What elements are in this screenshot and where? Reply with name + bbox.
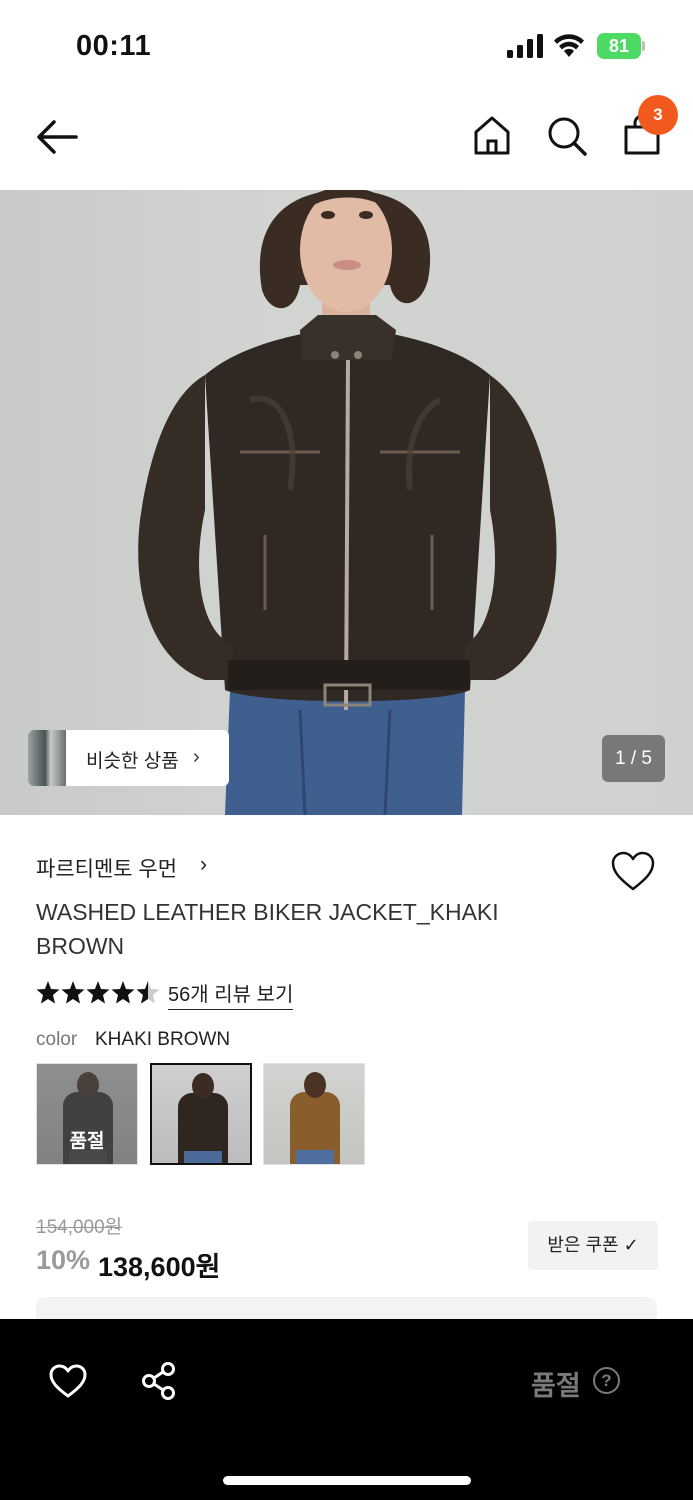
home-icon[interactable] <box>470 113 514 157</box>
battery-level: 81 <box>608 36 630 56</box>
home-indicator <box>223 1476 471 1485</box>
top-nav: 3 <box>0 95 693 185</box>
soldout-status: 품절 <box>531 1371 581 1401</box>
heart-icon[interactable] <box>48 1363 88 1399</box>
help-icon[interactable]: ? <box>593 1367 620 1394</box>
discount-rate: 10% <box>36 1245 91 1275</box>
similar-products-button[interactable]: 비슷한 상품 › <box>28 730 229 786</box>
status-time: 00:11 <box>76 30 152 62</box>
similar-products-thumbnail <box>28 730 66 786</box>
similar-products-label: 비슷한 상품 <box>86 751 179 772</box>
brand-link[interactable]: 파르티멘토 우먼 <box>36 853 177 883</box>
rating-stars <box>36 981 160 1004</box>
color-swatch-black[interactable]: 품절 <box>36 1063 138 1165</box>
original-price: 154,000원 <box>36 1217 123 1238</box>
chevron-right-icon: › <box>193 746 200 768</box>
image-counter: 1 / 5 <box>602 735 665 782</box>
status-bar: 00:11 81 <box>0 0 693 90</box>
chevron-right-icon[interactable]: › <box>200 853 207 877</box>
color-value: KHAKI BROWN <box>95 1029 231 1050</box>
wifi-icon <box>554 34 584 57</box>
soldout-label: 품절 <box>69 1131 105 1152</box>
heart-icon[interactable] <box>610 850 656 892</box>
back-arrow-icon[interactable] <box>34 117 80 157</box>
product-title: WASHED LEATHER BIKER JACKET_KHAKI BROWN <box>36 899 499 959</box>
product-image[interactable]: 비슷한 상품 › 1 / 5 <box>0 190 693 815</box>
coupon-button[interactable]: 받은 쿠폰 ✓ <box>528 1221 658 1270</box>
product-photo-illustration <box>138 190 557 815</box>
color-swatch-khaki-brown[interactable] <box>150 1063 252 1165</box>
color-swatch-camel[interactable] <box>263 1063 365 1165</box>
search-icon[interactable] <box>544 113 588 157</box>
battery-icon: 81 <box>597 33 645 59</box>
sale-price: 138,600원 <box>98 1252 221 1282</box>
reviews-link[interactable]: 56개 리뷰 보기 <box>168 978 294 1010</box>
bottom-action-bar: 품절 ? <box>0 1319 693 1500</box>
color-label: color <box>36 1029 78 1050</box>
cart-count-badge: 3 <box>638 95 678 135</box>
share-icon[interactable] <box>140 1361 178 1401</box>
signal-icon <box>507 34 543 58</box>
